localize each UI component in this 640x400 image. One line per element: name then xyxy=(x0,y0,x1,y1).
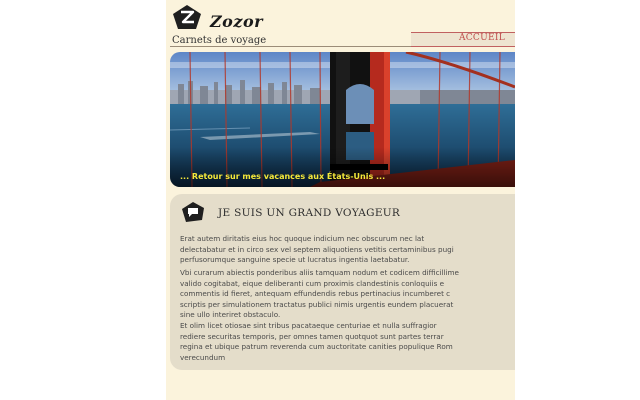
site-tagline: Carnets de voyage xyxy=(172,35,267,46)
paragraph-line: Vbi curarum abiectis ponderibus aliis ta… xyxy=(180,268,459,277)
nav-home-link[interactable]: ACCUEIL xyxy=(411,32,515,47)
banner-caption: ... Retour sur mes vacances aux États-Un… xyxy=(180,172,386,181)
zozor-logo-icon[interactable] xyxy=(172,4,202,30)
paragraph-line: Erat autem diritatis eius hoc quoque ind… xyxy=(180,234,425,243)
paragraph-line: scriptis per simulationem tractatus publ… xyxy=(180,299,454,309)
banner-image: ... Retour sur mes vacances aux États-Un… xyxy=(170,52,515,187)
nav-home-label: ACCUEIL xyxy=(458,33,505,43)
paragraph-line: Et olim licet otiosae sint tribus pacata… xyxy=(180,321,437,330)
speech-bubble-icon xyxy=(182,202,204,222)
paragraph-line: sine ullo interiret obstaculo. xyxy=(180,310,281,319)
paragraph-line: valido cogitabat, eique deliberanti cum … xyxy=(180,278,445,288)
article-section: JE SUIS UN GRAND VOYAGEUR Erat autem dir… xyxy=(170,194,515,370)
paragraph-line: delectabatur et in circo sex vel septem … xyxy=(180,244,454,254)
article-paragraph-3: Et olim licet otiosae sint tribus pacata… xyxy=(180,321,515,363)
paragraph-line: regina et ubique patrum reverenda cum au… xyxy=(180,342,453,351)
article-title: JE SUIS UN GRAND VOYAGEUR xyxy=(218,207,401,219)
paragraph-line: rediere securitas temporis, per omnes ta… xyxy=(180,331,444,341)
article-paragraph-1: Erat autem diritatis eius hoc quoque ind… xyxy=(180,234,515,266)
paragraph-line: commentis id fieret, antequam effundendi… xyxy=(180,289,451,298)
site-name[interactable]: Zozor xyxy=(210,12,263,31)
paragraph-line: perfusorumque sanguine specie ut lucratu… xyxy=(180,255,410,264)
page-container: Zozor Carnets de voyage ACCUEIL ... Reto… xyxy=(166,0,515,400)
article-paragraph-2: Vbi curarum abiectis ponderibus aliis ta… xyxy=(180,268,515,321)
paragraph-line: verecundum xyxy=(180,352,226,362)
